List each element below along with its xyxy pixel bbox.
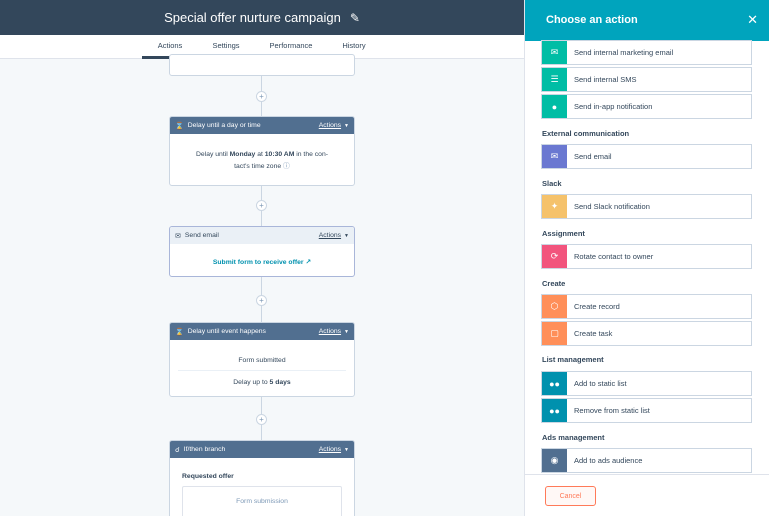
section-slack: Slack	[542, 179, 562, 188]
workflow-title-bar: Special offer nurture campaign ✎	[0, 0, 524, 35]
card-title: Delay until event happens	[187, 328, 266, 335]
card-actions-menu[interactable]: Actions ▼	[319, 122, 349, 129]
choose-action-panel: Choose an action ✕ ✉ Send internal marke…	[524, 0, 769, 516]
card-body: Form submitted Delay up to 5 days	[170, 340, 354, 389]
caret-down-icon: ▼	[344, 447, 349, 453]
add-action-button[interactable]: +	[256, 295, 267, 306]
caret-down-icon: ▼	[344, 329, 349, 335]
delay-day-time-card[interactable]: ⌛ Delay until a day or time Actions ▼ Del…	[169, 116, 355, 186]
close-icon[interactable]: ✕	[747, 12, 758, 28]
card-actions-menu[interactable]: Actions ▼	[319, 446, 349, 453]
action-send-in-app-notification[interactable]: ● Send in-app notification	[541, 94, 752, 119]
bell-icon: ●	[542, 95, 567, 118]
mail-icon: ✉	[542, 41, 567, 64]
if-then-branch-card[interactable]: ☌ If/then branch Actions ▼ Requested offe…	[169, 440, 355, 516]
caret-down-icon: ▼	[344, 233, 349, 239]
card-header: ⌛ Delay until event happens Actions ▼	[170, 323, 354, 340]
task-icon: ▢	[542, 322, 567, 345]
send-email-card[interactable]: ✉ Send email Actions ▼ Submit form to rec…	[169, 226, 355, 277]
hourglass-icon: ⌛	[175, 122, 184, 130]
action-send-email[interactable]: ✉ Send email	[541, 144, 752, 169]
action-rotate-contact-to-owner[interactable]: ⟳ Rotate contact to owner	[541, 244, 752, 269]
action-remove-from-static-list[interactable]: ●● Remove from static list	[541, 398, 752, 423]
section-create: Create	[542, 279, 566, 288]
add-action-button[interactable]: +	[256, 200, 267, 211]
section-external-communication: External communication	[542, 129, 630, 138]
workflow-editor: Special offer nurture campaign ✎ Actions…	[0, 0, 524, 516]
action-create-record[interactable]: ⬡ Create record	[541, 294, 752, 319]
hourglass-icon: ⌛	[175, 328, 184, 336]
card-title: Delay until a day or time	[187, 122, 261, 129]
external-link-icon[interactable]: ↗	[305, 259, 311, 266]
card-actions-menu[interactable]: Actions ▼	[319, 232, 349, 239]
cube-icon: ⬡	[542, 295, 567, 318]
action-create-task[interactable]: ▢ Create task	[541, 321, 752, 346]
card-title: Send email	[184, 232, 219, 239]
section-list-management: List management	[542, 355, 604, 364]
people-icon: ●●	[542, 372, 567, 395]
card-body: Delay until Monday at 10:30 AM in the co…	[196, 151, 328, 170]
action-add-to-ads-audience[interactable]: ◉ Add to ads audience	[541, 448, 752, 473]
section-assignment: Assignment	[542, 229, 585, 238]
rotate-owner-icon: ⟳	[542, 245, 567, 268]
mail-icon: ✉	[542, 145, 567, 168]
card-body: Submit form to receive offer ↗	[170, 244, 354, 266]
add-action-button[interactable]: +	[256, 414, 267, 425]
card-title: If/then branch	[183, 446, 226, 453]
mail-icon: ✉	[175, 232, 181, 240]
action-add-to-static-list[interactable]: ●● Add to static list	[541, 371, 752, 396]
card-header: ✉ Send email Actions ▼	[170, 227, 354, 244]
previous-action-card[interactable]	[169, 54, 355, 76]
branch-icon: ☌	[175, 446, 180, 454]
cancel-button[interactable]: Cancel	[545, 486, 596, 506]
card-actions-menu[interactable]: Actions ▼	[319, 328, 349, 335]
delay-event-card[interactable]: ⌛ Delay until event happens Actions ▼ For…	[169, 322, 355, 397]
action-send-internal-sms[interactable]: ☰ Send internal SMS	[541, 67, 752, 92]
target-icon: ◉	[542, 449, 567, 472]
email-link[interactable]: Submit form to receive offer	[213, 259, 304, 266]
event-condition: Form submitted	[238, 357, 286, 364]
panel-footer: Cancel	[525, 474, 769, 516]
add-action-button[interactable]: +	[256, 91, 267, 102]
chat-icon: ☰	[542, 68, 567, 91]
branch-label: Requested offer	[182, 473, 234, 480]
branch-condition-box[interactable]: Form submission	[182, 486, 342, 516]
bottom-strip	[0, 516, 769, 526]
section-ads-management: Ads management	[542, 433, 605, 442]
info-icon[interactable]: ⓘ	[283, 163, 290, 170]
slack-icon: ✦	[542, 195, 567, 218]
action-send-slack-notification[interactable]: ✦ Send Slack notification	[541, 194, 752, 219]
pencil-icon[interactable]: ✎	[350, 12, 360, 24]
workflow-title[interactable]: Special offer nurture campaign	[164, 10, 341, 25]
card-header: ☌ If/then branch Actions ▼	[170, 441, 354, 458]
panel-header: Choose an action ✕	[525, 0, 769, 41]
panel-title: Choose an action	[546, 14, 638, 26]
action-send-internal-marketing-email[interactable]: ✉ Send internal marketing email	[541, 40, 752, 65]
people-icon: ●●	[542, 399, 567, 422]
card-header: ⌛ Delay until a day or time Actions ▼	[170, 117, 354, 134]
caret-down-icon: ▼	[344, 123, 349, 129]
